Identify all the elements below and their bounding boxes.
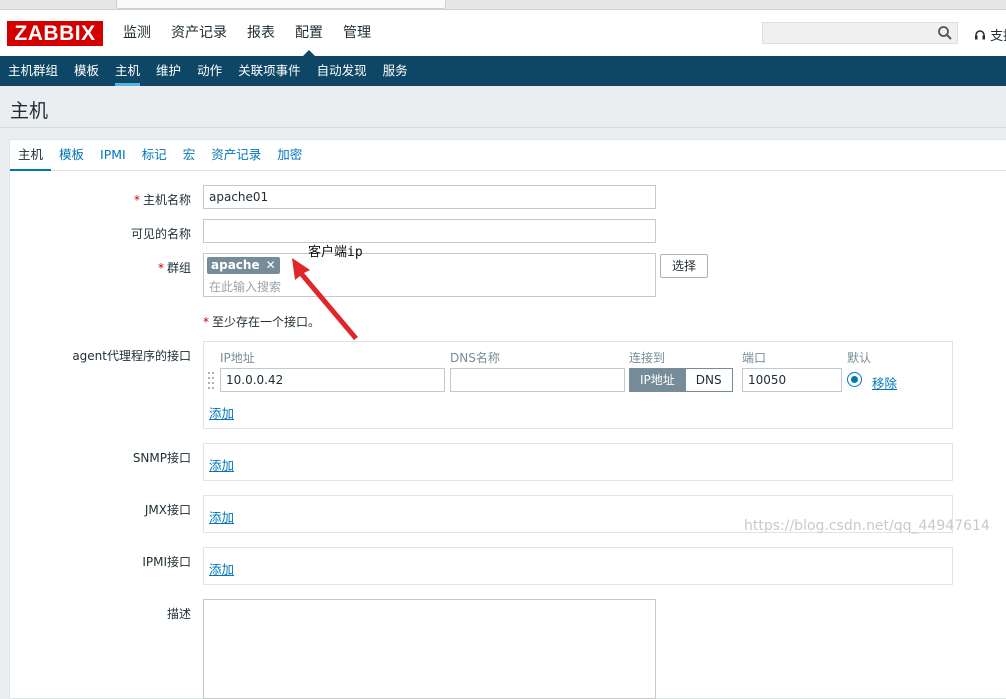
submenu-services[interactable]: 服务 (375, 56, 416, 86)
support-link[interactable]: 支持 (974, 25, 1006, 44)
menu-inventory[interactable]: 资产记录 (161, 10, 237, 56)
headset-icon (975, 30, 985, 40)
add-ipmi-interface-link[interactable]: 添加 (209, 559, 234, 578)
submenu-event-correlation[interactable]: 关联项事件 (230, 56, 309, 86)
host-name-label: * 主机名称 (133, 193, 191, 207)
remove-chip-icon[interactable]: ✕ (266, 258, 276, 272)
connect-to-toggle: IP地址 DNS (629, 368, 733, 392)
col-default: 默认 (847, 351, 872, 365)
ip-address-field[interactable]: 10.0.0.42 (220, 368, 445, 392)
tab-host[interactable]: 主机 (10, 140, 52, 171)
required-star: * (157, 261, 164, 275)
add-agent-interface-link[interactable]: 添加 (209, 403, 234, 422)
snmp-interface-box: 添加 (203, 443, 953, 481)
browser-tab-strip (0, 0, 1006, 10)
tab-templates[interactable]: 模板 (51, 140, 92, 170)
default-radio[interactable] (847, 372, 862, 387)
support-label: 支持 (990, 29, 1006, 44)
search-input[interactable] (762, 22, 958, 44)
col-dns: DNS名称 (450, 351, 500, 365)
submenu-actions[interactable]: 动作 (189, 56, 230, 86)
description-textarea[interactable] (203, 599, 656, 699)
dns-name-field[interactable] (450, 368, 625, 392)
connect-dns-option[interactable]: DNS (685, 368, 733, 392)
ipmi-interface-box: 添加 (203, 547, 953, 585)
ipmi-interface-label: IPMI接口 (142, 555, 191, 569)
tab-macros[interactable]: 宏 (175, 140, 204, 170)
drag-handle-icon[interactable] (208, 372, 216, 390)
agent-interface-label: agent代理程序的接口 (72, 349, 191, 363)
add-jmx-interface-link[interactable]: 添加 (209, 507, 234, 526)
description-label: 描述 (166, 607, 191, 621)
required-star: * (133, 193, 140, 207)
sub-navigation: 主机群组 模板 主机 维护 动作 关联项事件 自动发现 服务 (0, 56, 1006, 86)
submenu-hosts[interactable]: 主机 (107, 56, 148, 86)
visible-name-label: 可见的名称 (130, 227, 191, 241)
tab-inventory[interactable]: 资产记录 (203, 140, 269, 170)
col-ip: IP地址 (220, 351, 255, 365)
groups-label: * 群组 (157, 261, 191, 275)
snmp-interface-label: SNMP接口 (132, 451, 191, 465)
tab-tags[interactable]: 标记 (134, 140, 175, 170)
jmx-interface-label: JMX接口 (144, 503, 191, 517)
remove-interface-link[interactable]: 移除 (872, 373, 897, 392)
select-groups-button[interactable]: 选择 (660, 254, 708, 278)
form-tabs: 主机 模板 IPMI 标记 宏 资产记录 加密 (10, 140, 1006, 171)
tab-encryption[interactable]: 加密 (269, 140, 310, 170)
annotation-arrow-icon (292, 258, 358, 340)
port-field[interactable]: 10050 (742, 368, 842, 392)
submenu-host-groups[interactable]: 主机群组 (0, 56, 66, 86)
submenu-maintenance[interactable]: 维护 (148, 56, 189, 86)
watermark: https://blog.csdn.net/qq_44947614 (744, 518, 990, 534)
add-snmp-interface-link[interactable]: 添加 (209, 455, 234, 474)
menu-configuration[interactable]: 配置 (285, 10, 333, 56)
connect-ip-option[interactable]: IP地址 (629, 368, 686, 392)
col-port: 端口 (742, 351, 767, 365)
group-chip-label: apache (211, 258, 260, 272)
group-search-placeholder[interactable]: 在此输入搜索 (209, 278, 281, 295)
submenu-discovery[interactable]: 自动发现 (309, 56, 375, 86)
col-connect: 连接到 (629, 351, 666, 365)
groups-multiselect[interactable]: apache ✕ 在此输入搜索 (203, 253, 656, 297)
agent-interface-box: IP地址 DNS名称 连接到 端口 默认 10.0.0.42 IP地址 DNS … (203, 341, 953, 429)
required-star: * (203, 315, 209, 329)
host-name-field[interactable]: apache01 (203, 185, 656, 209)
menu-monitoring[interactable]: 监测 (113, 10, 161, 56)
tab-ipmi[interactable]: IPMI (92, 140, 134, 170)
menu-administration[interactable]: 管理 (333, 10, 381, 56)
visible-name-field[interactable] (203, 219, 656, 243)
page-title: 主机 (10, 100, 49, 122)
browser-tab-fragment (116, 0, 446, 9)
search-icon[interactable] (937, 25, 953, 41)
main-menu: 监测 资产记录 报表 配置 管理 (113, 10, 381, 56)
host-form-card: 主机 模板 IPMI 标记 宏 资产记录 加密 * 主机名称 apache01 可… (9, 139, 1006, 699)
group-chip: apache ✕ (207, 257, 280, 274)
zabbix-logo[interactable]: ZABBIX (7, 21, 103, 46)
top-header: ZABBIX 监测 资产记录 报表 配置 管理 支持 (0, 10, 1006, 56)
submenu-templates[interactable]: 模板 (66, 56, 107, 86)
menu-reports[interactable]: 报表 (237, 10, 285, 56)
page-divider (0, 127, 1006, 128)
